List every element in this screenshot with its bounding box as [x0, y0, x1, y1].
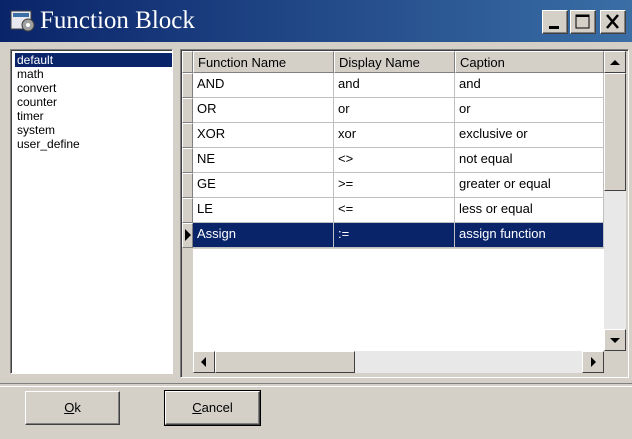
cell-function-name[interactable]: Assign	[193, 223, 334, 248]
corner-header	[182, 51, 193, 73]
cell-caption[interactable]: exclusive or	[455, 123, 604, 148]
category-item-convert[interactable]: convert	[15, 81, 58, 95]
cell-caption[interactable]: less or equal	[455, 198, 604, 223]
scroll-up-button[interactable]	[604, 51, 626, 73]
close-icon	[606, 14, 619, 29]
horizontal-scroll-thumb[interactable]	[215, 351, 355, 373]
current-row-arrow-icon	[185, 229, 191, 241]
cancel-button-mnemonic: C	[192, 400, 202, 415]
divider	[0, 383, 632, 387]
cell-display-name[interactable]: <>	[334, 148, 455, 173]
cell-display-name[interactable]: and	[334, 73, 455, 98]
arrow-up-icon	[610, 60, 620, 65]
window-title: Function Block	[40, 7, 195, 34]
maximize-icon	[575, 14, 590, 29]
scroll-down-button[interactable]	[604, 329, 626, 351]
cell-caption[interactable]: and	[455, 73, 604, 98]
cancel-button[interactable]: Cancel	[164, 390, 261, 426]
function-block-dialog: Function Block default math convert coun…	[0, 0, 632, 439]
ok-button[interactable]: Ok	[25, 391, 120, 425]
column-header-display-name[interactable]: Display Name	[334, 51, 455, 73]
column-header-caption[interactable]: Caption	[455, 51, 604, 73]
row-header-current[interactable]	[182, 223, 193, 248]
cell-display-name[interactable]: or	[334, 98, 455, 123]
ok-button-label: k	[74, 400, 81, 415]
row-header[interactable]	[182, 198, 193, 223]
category-item-system[interactable]: system	[15, 123, 57, 137]
maximize-button[interactable]	[570, 10, 596, 34]
category-item-counter[interactable]: counter	[15, 95, 59, 109]
function-grid[interactable]: Function Name Display Name Caption AND a…	[180, 49, 629, 378]
scroll-left-button[interactable]	[193, 351, 215, 373]
cell-function-name[interactable]: GE	[193, 173, 334, 198]
minimize-icon	[549, 26, 559, 29]
horizontal-scrollbar[interactable]	[193, 351, 604, 373]
title-bar[interactable]: Function Block	[0, 0, 632, 42]
row-header[interactable]	[182, 73, 193, 98]
arrow-down-icon	[610, 338, 620, 343]
ok-button-mnemonic: O	[64, 400, 75, 415]
cell-caption[interactable]: not equal	[455, 148, 604, 173]
cancel-button-label: ancel	[201, 400, 233, 415]
cell-function-name[interactable]: XOR	[193, 123, 334, 148]
grid-empty-area	[193, 249, 605, 352]
column-header-function-name[interactable]: Function Name	[193, 51, 334, 73]
row-header[interactable]	[182, 123, 193, 148]
cell-display-name[interactable]: :=	[334, 223, 455, 248]
cell-display-name[interactable]: >=	[334, 173, 455, 198]
close-button[interactable]	[600, 10, 626, 34]
row-header[interactable]	[182, 98, 193, 123]
cell-caption[interactable]: assign function	[455, 223, 604, 248]
category-item-default[interactable]: default	[15, 53, 172, 67]
category-item-user-define[interactable]: user_define	[15, 137, 82, 151]
scroll-right-button[interactable]	[582, 351, 604, 373]
minimize-button[interactable]	[542, 10, 568, 34]
vertical-scroll-thumb[interactable]	[604, 73, 626, 191]
cell-function-name[interactable]: OR	[193, 98, 334, 123]
cell-function-name[interactable]: AND	[193, 73, 334, 98]
cell-display-name[interactable]: <=	[334, 198, 455, 223]
cell-function-name[interactable]: LE	[193, 198, 334, 223]
vertical-scrollbar[interactable]	[604, 51, 626, 351]
scrollbar-corner	[604, 351, 626, 373]
arrow-left-icon	[201, 357, 206, 367]
category-list[interactable]: default math convert counter timer syste…	[10, 49, 173, 374]
cell-function-name[interactable]: NE	[193, 148, 334, 173]
cell-display-name[interactable]: xor	[334, 123, 455, 148]
category-item-timer[interactable]: timer	[15, 109, 46, 123]
cell-caption[interactable]: greater or equal	[455, 173, 604, 198]
app-icon	[10, 10, 35, 32]
arrow-right-icon	[591, 357, 596, 367]
category-item-math[interactable]: math	[15, 67, 46, 81]
row-header[interactable]	[182, 148, 193, 173]
row-header[interactable]	[182, 173, 193, 198]
cell-caption[interactable]: or	[455, 98, 604, 123]
